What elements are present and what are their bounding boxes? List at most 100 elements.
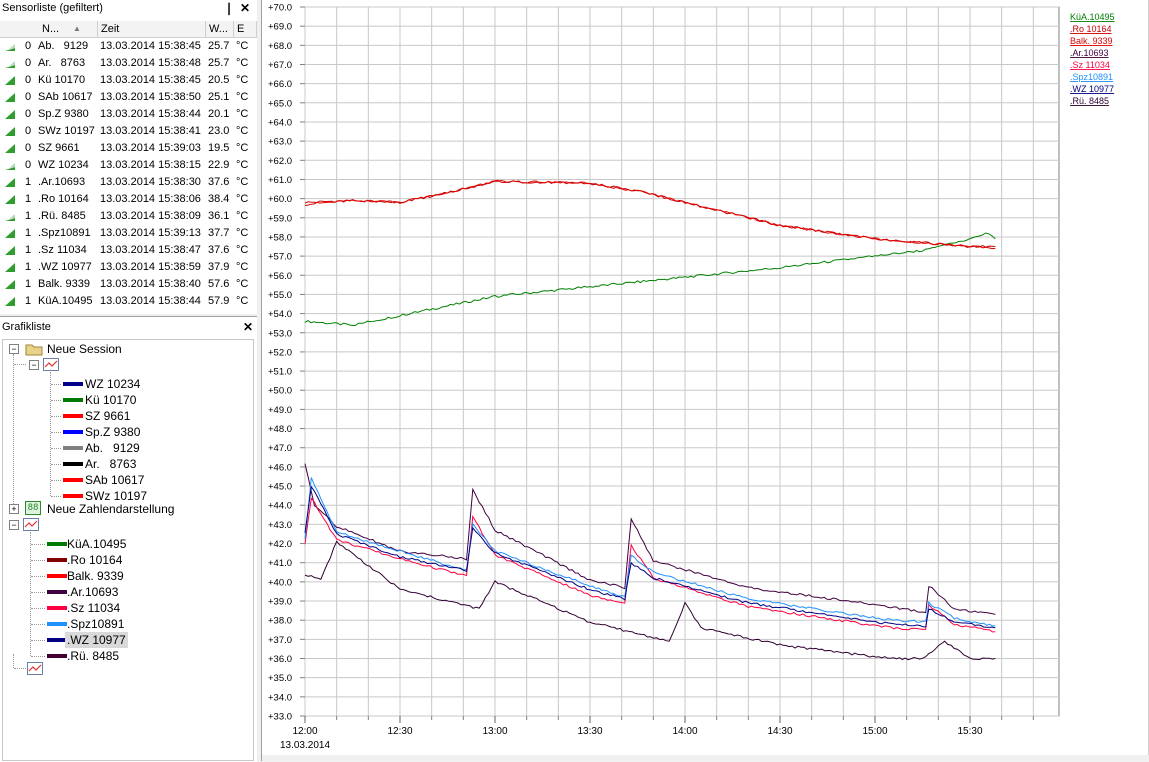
tree-connector [31,592,45,593]
graph-series-item[interactable]: SZ 9661 [85,408,130,424]
sensor-row[interactable]: 1 .Spz10891 13.03.2014 15:39:13 37.7 °C [0,225,256,242]
sensor-row[interactable]: 0 Sp.Z 9380 13.03.2014 15:38:44 20.1 °C [0,106,256,123]
legend-entry[interactable]: KüA.10495 [1070,12,1115,22]
legend-entry[interactable]: .Ro 10164 [1070,24,1112,34]
sensor-row[interactable]: 1 KüA.10495 13.03.2014 15:38:44 57.9 °C [0,293,256,310]
sensor-time: 13.03.2014 15:38:30 [100,176,201,188]
number-display-node[interactable]: Neue Zahlendarstellung [47,501,174,517]
graph-series-item[interactable]: Ab. 9129 [85,440,140,456]
sensor-row[interactable]: 0 SZ 9661 13.03.2014 15:39:03 19.5 °C [0,140,256,157]
graph-series-item[interactable]: .WZ 10977 [65,632,128,648]
y-tick-label: +61.0 [268,175,292,186]
y-tick-label: +33.0 [268,712,292,723]
y-tick-label: +62.0 [268,156,292,167]
temperature-chart[interactable]: +33.0 +34.0 +35.0 +36.0 +37.0 +38.0 +39.0 +40.0… [262,0,1149,761]
legend-entry[interactable]: .Rü. 8485 [1070,96,1109,106]
sensor-time: 13.03.2014 15:38:40 [100,278,201,290]
signal-strength-icon [5,93,15,102]
sensor-row[interactable]: 0 SWz 10197 13.03.2014 15:38:41 23.0 °C [0,123,256,140]
legend-entry[interactable]: .Sz 11034 [1070,60,1110,70]
column-header-unit[interactable]: E [234,21,257,38]
graph-series-item[interactable]: WZ 10234 [85,376,140,392]
sensor-list-titlebar: Sensorliste (gefiltert) ❘ ✕ [0,0,257,16]
column-header-time[interactable]: Zeit [98,21,206,38]
tree-connector [14,668,26,669]
close-icon[interactable]: ✕ [241,319,255,335]
sensor-unit: °C [236,244,249,256]
sensor-row[interactable]: 0 Ab. 9129 13.03.2014 15:38:45 25.7 °C [0,38,256,55]
sensor-name: SZ 9661 [38,142,80,154]
expand-toggle[interactable]: + [9,504,19,514]
graph-series-item[interactable]: Sp.Z 9380 [85,424,140,440]
x-tick-label: 12:30 [387,726,412,737]
graph-series-item[interactable]: Balk. 9339 [67,568,124,584]
sensor-row[interactable]: 1 Balk. 9339 13.03.2014 15:38:40 57.6 °C [0,276,256,293]
sensor-unit: °C [236,295,249,307]
signal-strength-icon [5,61,15,68]
legend-entry[interactable]: .WZ 10977 [1070,84,1114,94]
y-tick-label: +42.0 [268,539,292,550]
graph-series-item[interactable]: .Sz 11034 [67,600,120,616]
sensor-row[interactable]: 1 .Rü. 8485 13.03.2014 15:38:09 36.1 °C [0,208,256,225]
tree-connector [31,576,45,577]
signal-strength-icon [5,76,15,85]
graph-series-item[interactable]: Ar. 8763 [85,456,136,472]
column-header-name[interactable]: N... ▲ [0,21,98,38]
series-color-swatch [47,638,67,642]
tree-connector [31,608,45,609]
line-chart-icon [43,358,59,371]
sensor-name: Balk. 9339 [38,278,90,290]
graph-series-item[interactable]: SAb 10617 [85,472,144,488]
sensor-time: 13.03.2014 15:38:47 [100,244,201,256]
sensor-time: 13.03.2014 15:38:48 [100,57,201,69]
graph-tree: − Neue Session − WZ 10234 Kü 10170 SZ 9661 Sp.… [2,339,254,761]
collapse-toggle[interactable]: − [9,344,19,354]
series-color-swatch [47,590,67,594]
sensor-status: 0 [25,159,32,171]
column-header-value[interactable]: W... [206,21,234,38]
line-chart-icon [23,518,39,531]
legend-entry[interactable]: .Spz10891 [1070,72,1113,82]
sensor-row[interactable]: 0 WZ 10234 13.03.2014 15:38:15 22.9 °C [0,157,256,174]
sensor-unit: °C [236,40,249,52]
sensor-row[interactable]: 0 Kü 10170 13.03.2014 15:38:45 20.5 °C [0,72,256,89]
sensor-row[interactable]: 0 Ar. 8763 13.03.2014 15:38:48 25.7 °C [0,55,256,72]
sensor-time: 13.03.2014 15:38:09 [100,210,201,222]
sensor-row[interactable]: 1 .Ro 10164 13.03.2014 15:38:06 38.4 °C [0,191,256,208]
tree-connector [51,448,61,449]
graph-series-item[interactable]: Kü 10170 [85,392,136,408]
graph-list-title: Grafikliste [2,321,51,333]
collapse-toggle[interactable]: − [9,520,19,530]
graph-series-item[interactable]: .Rü. 8485 [67,648,119,664]
y-tick-label: +69.0 [268,22,292,33]
graph-series-item[interactable]: .Spz10891 [67,616,124,632]
y-tick-label: +67.0 [268,60,292,71]
graph-series-item[interactable]: KüA.10495 [67,536,126,552]
legend-entry[interactable]: Balk. 9339 [1070,36,1113,46]
session-node[interactable]: Neue Session [47,341,122,357]
graph-series-item[interactable]: .Ar.10693 [67,584,118,600]
sensor-unit: °C [236,261,249,273]
y-tick-label: +65.0 [268,98,292,109]
graph-series-item[interactable]: .Ro 10164 [67,552,122,568]
sensor-row[interactable]: 1 .Sz 11034 13.03.2014 15:38:47 37.6 °C [0,242,256,259]
legend-entry[interactable]: .Ar.10693 [1070,48,1109,58]
sensor-value: 57.9 [208,295,230,307]
close-icon[interactable]: ✕ [238,0,252,16]
sensor-status: 0 [25,142,32,154]
y-tick-label: +48.0 [268,424,292,435]
x-tick-label: 12:00 [292,726,317,737]
sensor-unit: °C [236,108,249,120]
sensor-row[interactable]: 1 .WZ 10977 13.03.2014 15:38:59 37.9 °C [0,259,256,276]
pin-icon[interactable]: ❘ [222,0,236,16]
sensor-status: 1 [25,210,32,222]
collapse-toggle[interactable]: − [29,360,39,370]
sensor-row[interactable]: 1 .Ar.10693 13.03.2014 15:38:30 37.6 °C [0,174,256,191]
sensor-row[interactable]: 0 SAb 10617 13.03.2014 15:38:50 25.1 °C [0,89,256,106]
y-tick-label: +63.0 [268,137,292,148]
x-tick-label: 13:00 [482,726,507,737]
signal-strength-icon [5,110,15,119]
signal-strength-icon [5,263,15,272]
sensor-unit: °C [236,227,249,239]
tree-connector [14,364,26,365]
